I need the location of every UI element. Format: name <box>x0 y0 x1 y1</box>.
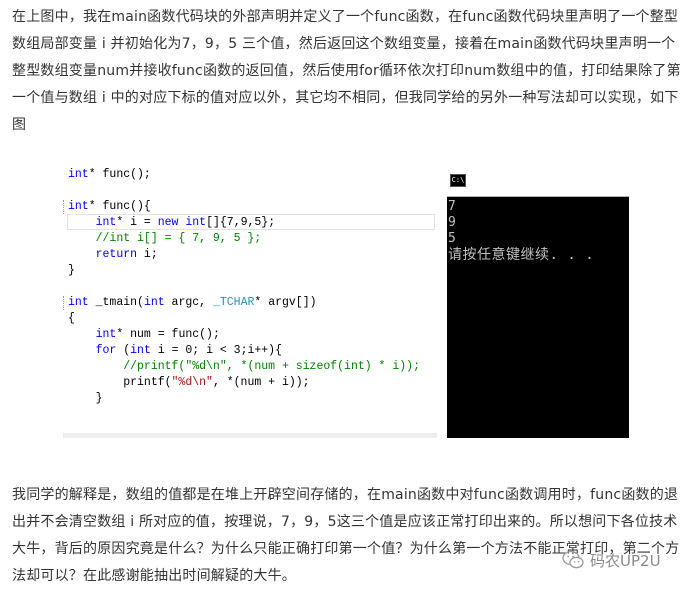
console-icon: C:\ <box>450 174 466 187</box>
wechat-icon <box>562 550 584 569</box>
code-comment-line: //printf("%d\n", *(num + sizeof(int) * i… <box>123 360 420 373</box>
watermark-text: 码农UP2U <box>590 551 661 570</box>
article-paragraph-2: 我同学的解释是，数组的值都是在堆上开辟空间存储的，在main函数中对func函数… <box>12 487 680 584</box>
console-output-line: 7 <box>448 199 456 214</box>
code-line: int* func(){ <box>68 200 151 213</box>
code-line: } <box>95 392 103 405</box>
watermark: 码农UP2U <box>562 547 661 573</box>
code-line-highlighted: int* i = new int[]{7,9,5}; <box>67 214 435 230</box>
console-output: 7 9 5 请按任意键继续. . . <box>447 197 629 263</box>
code-line: int* func(); <box>68 168 151 181</box>
code-line: { <box>68 312 75 325</box>
article-paragraph-1: 在上图中，我在main函数代码块的外部声明并定义了一个func函数，在func函… <box>12 9 681 133</box>
console-prompt-line: 请按任意键继续. . . <box>448 247 595 263</box>
console-output-line: 9 <box>448 215 456 230</box>
code-line: return i; <box>95 248 158 261</box>
code-line: } <box>68 264 75 277</box>
console-output-line: 5 <box>448 231 456 246</box>
code-screenshot-figure: int* func(); int* func(){ int* i = new i… <box>63 163 629 438</box>
code-line: int* num = func(); <box>95 328 220 341</box>
code-line: int _tmain(int argc, _TCHAR* argv[]) <box>68 296 317 309</box>
code-editor-panel: int* func(); int* func(){ int* i = new i… <box>63 163 437 438</box>
console-window: C:\ 7 9 5 请按任意键继续. . . <box>447 163 629 438</box>
collapse-marker <box>63 296 67 310</box>
code-comment-line: //int i[] = { 7, 9, 5 }; <box>95 232 262 245</box>
console-title-bar: C:\ <box>447 163 629 197</box>
collapse-marker <box>63 200 67 214</box>
code-line: printf("%d\n", *(num + i)); <box>123 376 310 389</box>
code-line: for (int i = 0; i < 3;i++){ <box>95 344 282 357</box>
